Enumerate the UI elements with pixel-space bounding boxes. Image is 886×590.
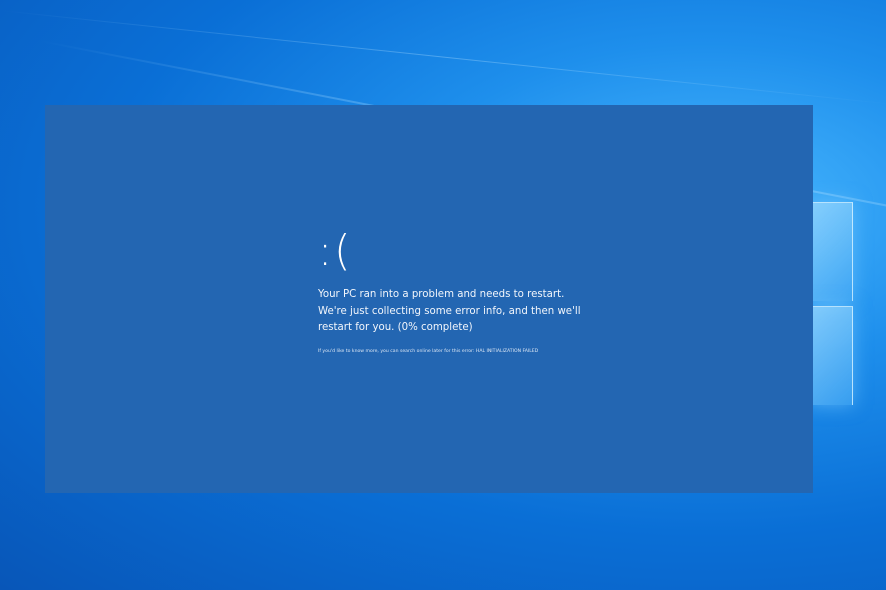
stop-code-info: If you'd like to know more, you can sear…: [318, 349, 588, 355]
error-message: Your PC ran into a problem and needs to …: [318, 289, 581, 333]
windows-logo-pane: [808, 306, 853, 405]
blue-screen-error: :( Your PC ran into a problem and needs …: [45, 105, 813, 493]
stop-code: HAL INITIALIZATION FAILED: [475, 348, 539, 354]
windows-logo-icon: [808, 202, 856, 408]
windows-logo-pane: [808, 202, 853, 301]
sad-face-emoticon: :(: [318, 226, 353, 275]
error-content: :( Your PC ran into a problem and needs …: [318, 229, 588, 355]
stop-code-prefix: If you'd like to know more, you can sear…: [318, 348, 475, 354]
